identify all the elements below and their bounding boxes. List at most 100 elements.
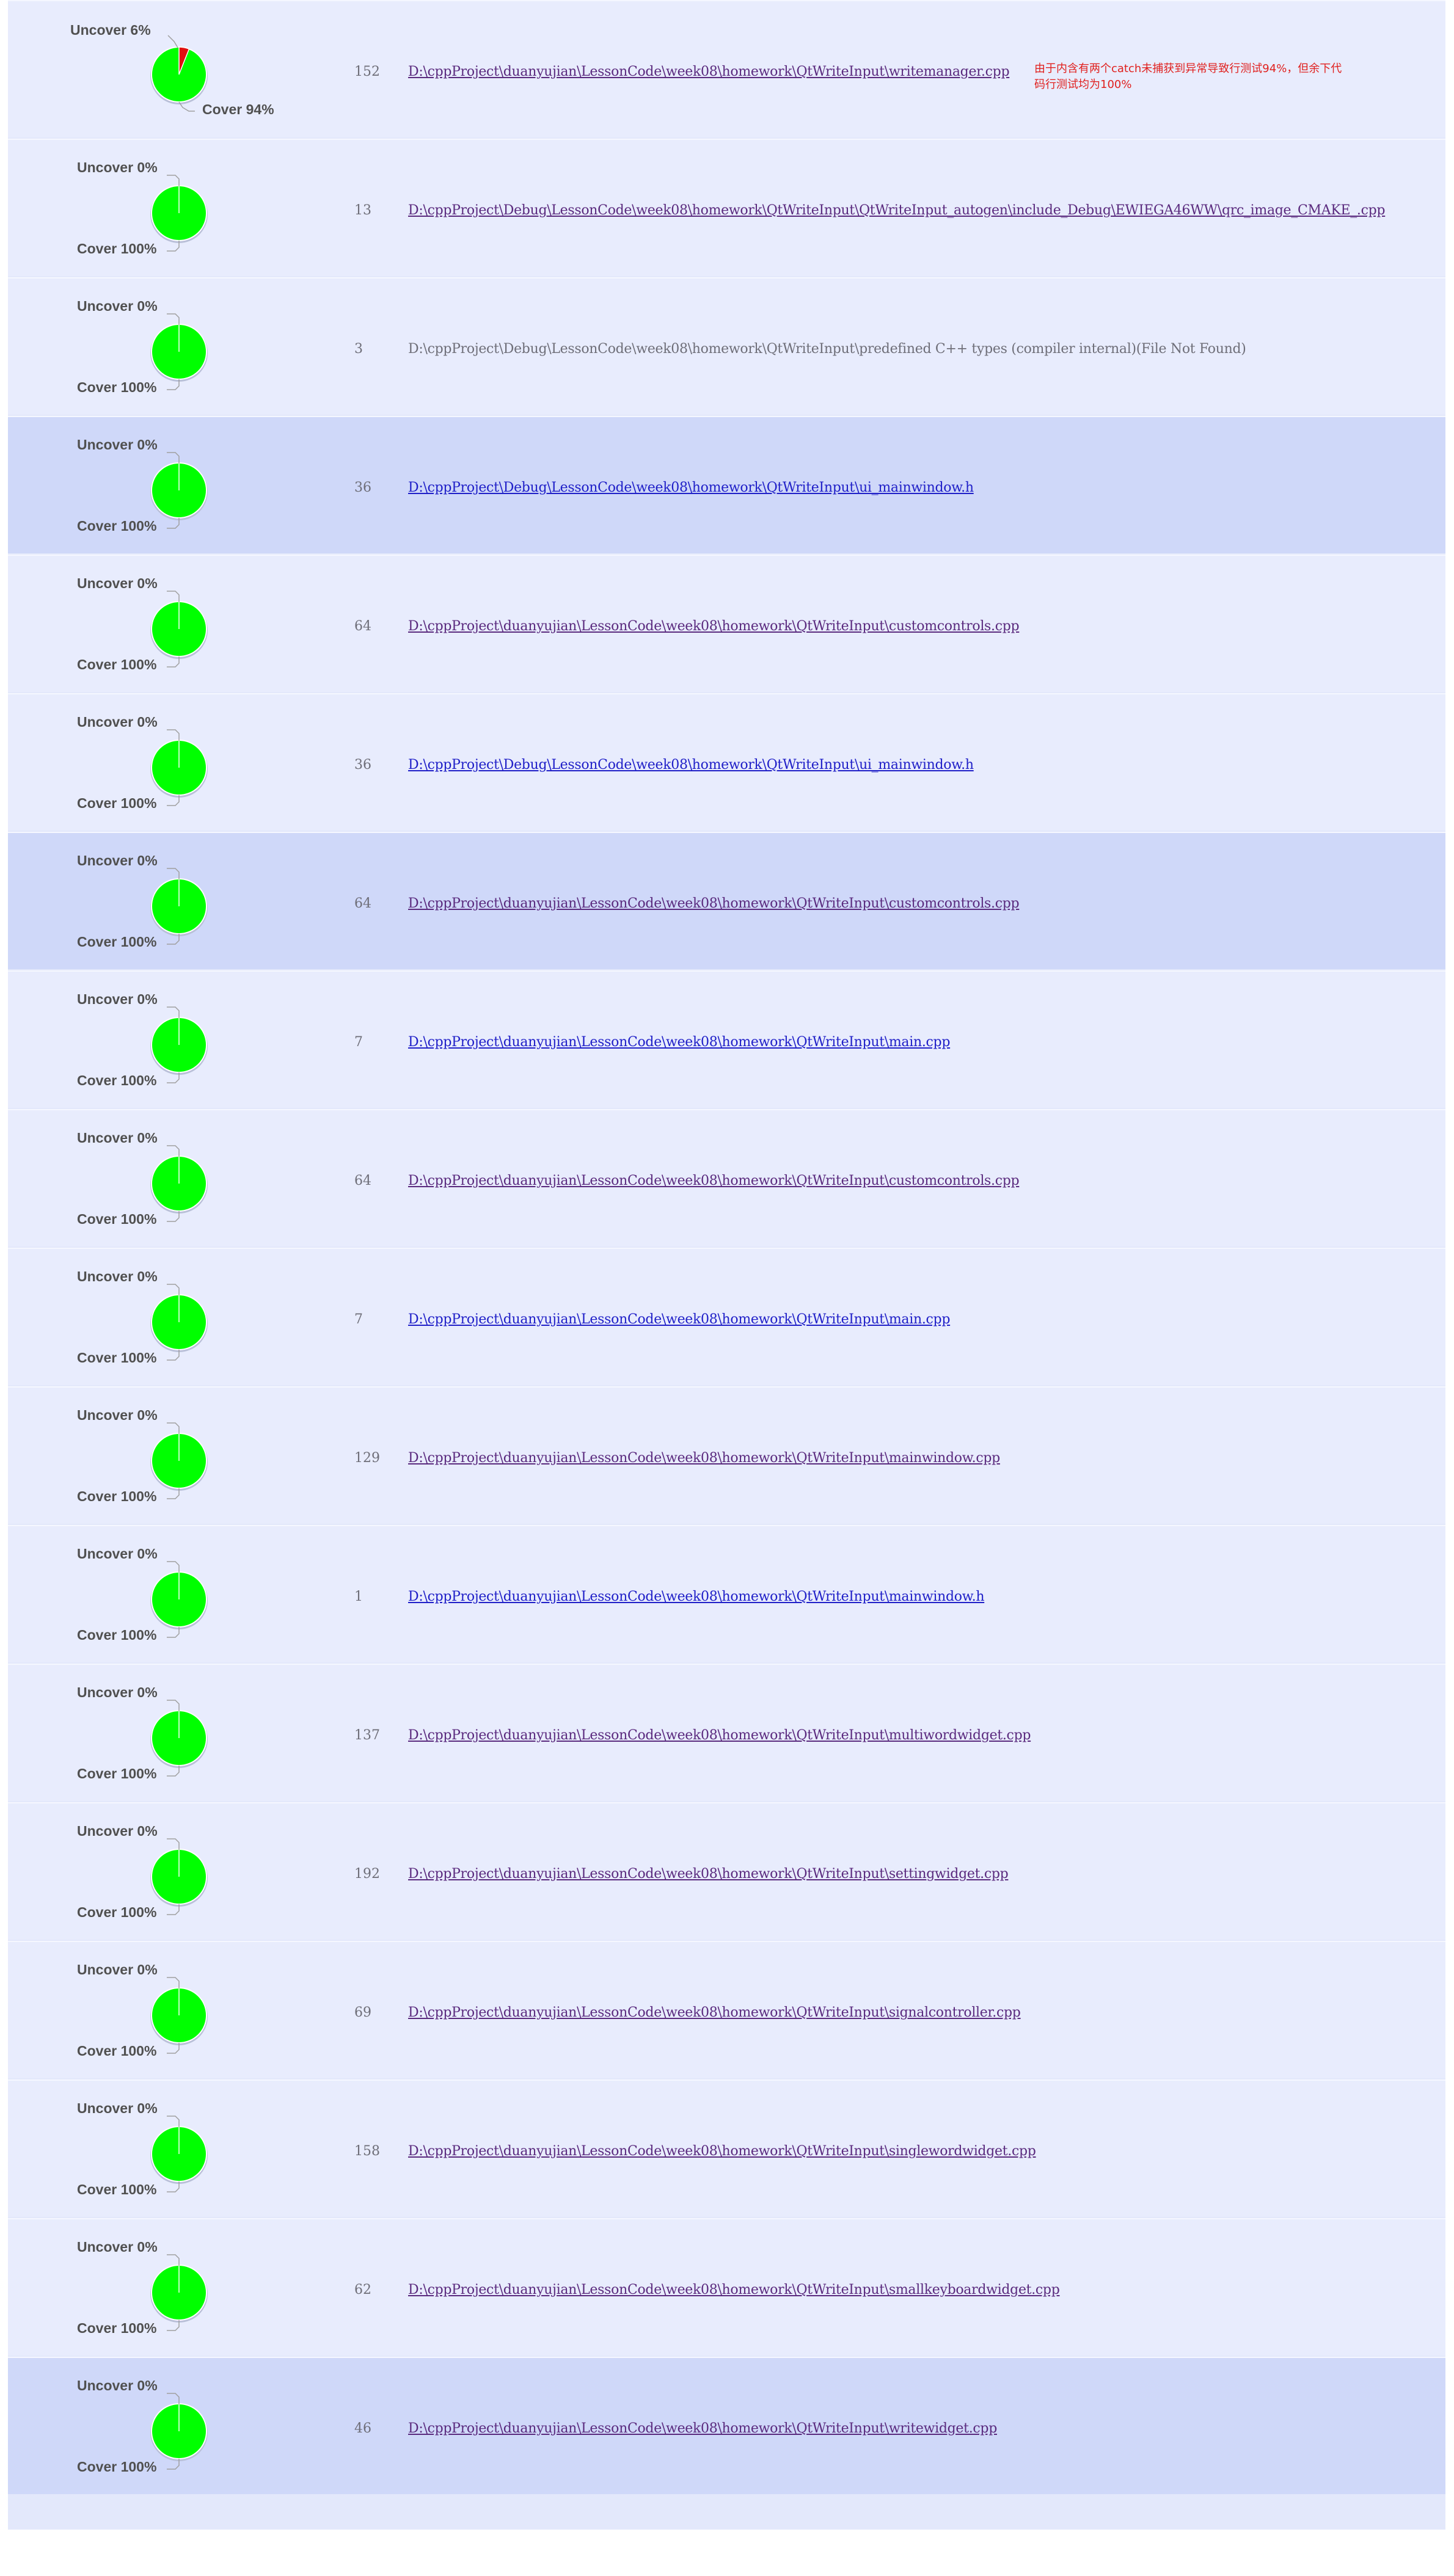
file-row: Uncover 0% Cover 100% 64 D:\cppProject\duan… xyxy=(8,555,1445,692)
uncover-leader-line xyxy=(167,2254,180,2266)
file-row: Uncover 6% Cover 94% 152 D:\cppProject\duan… xyxy=(8,0,1445,137)
cover-label: Cover 100% xyxy=(77,2459,157,2475)
cover-label: Cover 100% xyxy=(77,1766,157,1781)
coverage-pie-chart xyxy=(148,1284,210,1361)
uncover-label: Uncover 0% xyxy=(77,1962,158,1977)
file-row: Uncover 0% Cover 100% 7 D:\cppProject\duany… xyxy=(8,1248,1445,1385)
coverage-pie-chart xyxy=(148,1977,210,2054)
coverage-pie-chart xyxy=(148,1838,210,1915)
uncover-label: Uncover 0% xyxy=(77,1546,158,1562)
file-path-link[interactable]: D:\cppProject\Debug\LessonCode\week08\ho… xyxy=(408,480,974,495)
line-count: 62 xyxy=(354,2282,371,2298)
line-count: 137 xyxy=(354,1728,380,1743)
line-count: 129 xyxy=(354,1450,380,1466)
coverage-pie-chart xyxy=(148,1006,210,1083)
uncover-leader-line xyxy=(167,1561,180,1573)
cover-label: Cover 100% xyxy=(77,2043,157,2059)
file-row: Uncover 0% Cover 100% 46 D:\cppProject\duan… xyxy=(8,2357,1445,2494)
cover-label: Cover 100% xyxy=(77,1488,157,1504)
uncover-label: Uncover 0% xyxy=(77,575,158,591)
coverage-pie-chart xyxy=(148,35,210,112)
cover-label: Cover 100% xyxy=(77,518,157,534)
line-count: 64 xyxy=(354,619,371,634)
uncover-leader-line xyxy=(167,2116,180,2127)
line-count: 1 xyxy=(354,1589,363,1604)
file-path-link[interactable]: D:\cppProject\duanyujian\LessonCode\week… xyxy=(408,1728,1031,1743)
cover-label: Cover 100% xyxy=(77,934,157,950)
uncover-label: Uncover 0% xyxy=(77,1268,158,1284)
file-path-link[interactable]: D:\cppProject\duanyujian\LessonCode\week… xyxy=(408,1312,950,1327)
file-row: Uncover 0% Cover 100% 137 D:\cppProject\dua… xyxy=(8,1664,1445,1801)
uncover-label: Uncover 0% xyxy=(77,991,158,1007)
uncover-leader-line xyxy=(167,868,180,879)
file-path-link[interactable]: D:\cppProject\duanyujian\LessonCode\week… xyxy=(408,1173,1020,1188)
line-count: 64 xyxy=(354,896,371,911)
uncover-leader-line xyxy=(167,1284,180,1295)
file-path-link[interactable]: D:\cppProject\duanyujian\LessonCode\week… xyxy=(408,1589,984,1604)
line-count: 36 xyxy=(354,757,371,773)
uncover-leader-line xyxy=(167,729,180,741)
line-count: 64 xyxy=(354,1173,371,1188)
file-path-link[interactable]: D:\cppProject\duanyujian\LessonCode\week… xyxy=(408,2005,1021,2020)
uncover-label: Uncover 0% xyxy=(77,437,158,453)
cover-label: Cover 100% xyxy=(77,379,157,395)
cover-label: Cover 100% xyxy=(77,795,157,811)
uncover-label: Uncover 0% xyxy=(77,2239,158,2255)
file-row: Uncover 0% Cover 100% 158 D:\cppProject\dua… xyxy=(8,2079,1445,2217)
uncover-label: Uncover 0% xyxy=(77,1407,158,1423)
coverage-pie-chart xyxy=(148,1561,210,1638)
uncover-label: Uncover 0% xyxy=(77,853,158,868)
uncover-label: Uncover 0% xyxy=(77,1684,158,1700)
file-path-link[interactable]: D:\cppProject\duanyujian\LessonCode\week… xyxy=(408,2282,1060,2298)
coverage-pie-chart xyxy=(148,2393,210,2470)
cover-label: Cover 100% xyxy=(77,1211,157,1227)
line-count: 7 xyxy=(354,1035,363,1050)
uncover-leader-line xyxy=(167,452,180,464)
coverage-pie-chart xyxy=(148,1145,210,1222)
cover-label: Cover 94% xyxy=(202,101,274,117)
uncover-leader-line xyxy=(167,1422,180,1434)
uncover-leader-line xyxy=(167,1700,180,1711)
file-path-link[interactable]: D:\cppProject\duanyujian\LessonCode\week… xyxy=(408,896,1020,911)
file-row: Uncover 0% Cover 100% 192 D:\cppProject\dua… xyxy=(8,1802,1445,1940)
file-path-link[interactable]: D:\cppProject\Debug\LessonCode\week08\ho… xyxy=(408,757,974,773)
file-path-link[interactable]: D:\cppProject\duanyujian\LessonCode\week… xyxy=(408,2144,1036,2159)
file-path-link[interactable]: D:\cppProject\duanyujian\LessonCode\week… xyxy=(408,64,1010,79)
coverage-pie-chart xyxy=(148,2116,210,2192)
file-row: Uncover 0% Cover 100% 7 D:\cppProject\duany… xyxy=(8,970,1445,1108)
file-path-link[interactable]: D:\cppProject\duanyujian\LessonCode\week… xyxy=(408,619,1020,634)
coverage-pie-chart xyxy=(148,1422,210,1499)
line-count: 36 xyxy=(354,480,371,495)
coverage-pie-chart xyxy=(148,729,210,806)
uncover-label: Uncover 0% xyxy=(77,714,158,730)
uncover-leader-line xyxy=(167,1145,180,1157)
cover-label: Cover 100% xyxy=(77,1072,157,1088)
uncover-leader-line xyxy=(167,313,180,325)
file-path-link[interactable]: D:\cppProject\duanyujian\LessonCode\week… xyxy=(408,1035,950,1050)
uncover-label: Uncover 0% xyxy=(77,1130,158,1146)
file-row: Uncover 0% Cover 100% 129 D:\cppProject\dua… xyxy=(8,1386,1445,1524)
line-count: 158 xyxy=(354,2144,380,2159)
coverage-pie-chart xyxy=(148,452,210,529)
cover-label: Cover 100% xyxy=(77,1627,157,1643)
uncover-leader-line xyxy=(167,2393,180,2404)
cover-label: Cover 100% xyxy=(77,657,157,672)
file-path-link[interactable]: D:\cppProject\duanyujian\LessonCode\week… xyxy=(408,2421,997,2436)
uncover-label: Uncover 0% xyxy=(77,298,158,314)
uncover-leader-line xyxy=(167,1838,180,1850)
coverage-pie-chart xyxy=(148,591,210,668)
file-row: Uncover 0% Cover 100% 13 D:\cppProject\Debu… xyxy=(8,139,1445,276)
line-count: 69 xyxy=(354,2005,371,2020)
file-row: Uncover 0% Cover 100% 1 D:\cppProject\duany… xyxy=(8,1525,1445,1662)
uncover-leader-line xyxy=(167,1006,180,1018)
line-count: 46 xyxy=(354,2421,371,2436)
line-count: 7 xyxy=(354,1312,363,1327)
cover-label: Cover 100% xyxy=(77,1904,157,1920)
file-path-link[interactable]: D:\cppProject\duanyujian\LessonCode\week… xyxy=(408,1866,1009,1882)
file-path-link[interactable]: D:\cppProject\duanyujian\LessonCode\week… xyxy=(408,1450,1000,1466)
cover-label: Cover 100% xyxy=(77,2181,157,2197)
file-path-link[interactable]: D:\cppProject\Debug\LessonCode\week08\ho… xyxy=(408,203,1386,218)
uncover-label: Uncover 0% xyxy=(77,159,158,175)
uncover-leader-line xyxy=(167,1977,180,1988)
coverage-note: 由于内含有两个catch未捕获到异常导致行测试94%，但余下代码行测试均为100… xyxy=(1034,62,1342,91)
